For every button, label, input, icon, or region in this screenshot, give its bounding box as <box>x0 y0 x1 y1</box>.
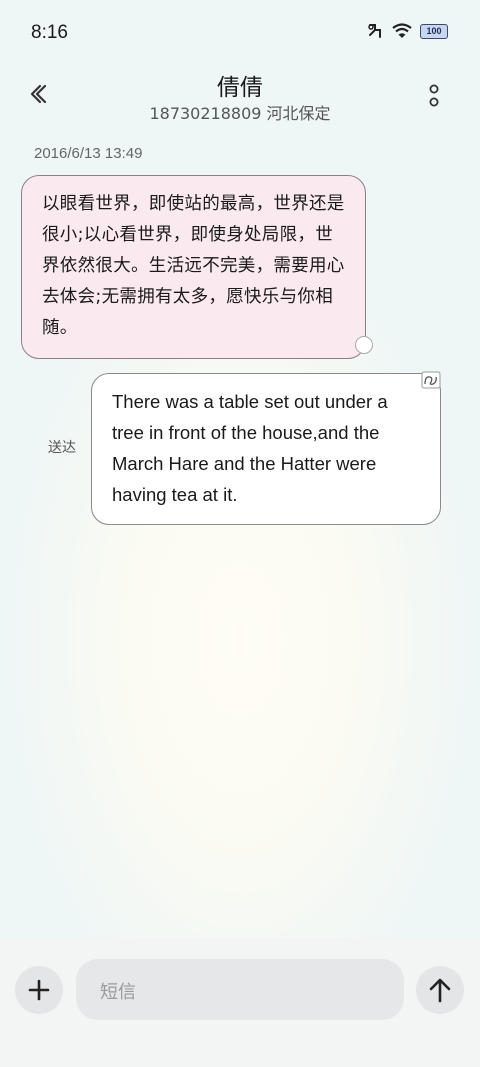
bubble-decoration-icon <box>421 371 441 389</box>
incoming-message-bubble[interactable]: 以眼看世界，即使站的最高，世界还是很小;以心看世界，即使身处局限，世界依然很大。… <box>21 175 366 359</box>
status-icons: 100 <box>366 22 448 40</box>
message-input[interactable]: 短信 <box>76 959 404 1020</box>
delivery-status: 送达 <box>48 440 76 456</box>
status-time: 8:16 <box>31 22 68 43</box>
plus-icon <box>28 979 50 1001</box>
send-button[interactable] <box>416 966 464 1014</box>
nfc-icon <box>368 24 381 38</box>
outgoing-message-bubble[interactable]: There was a table set out under a tree i… <box>91 373 441 525</box>
send-arrow-icon <box>429 978 451 1003</box>
contact-name: 倩倩 <box>217 75 263 101</box>
conversation-header: 倩倩 18730218809 河北保定 <box>0 66 480 136</box>
status-bar: 8:16 100 <box>0 0 480 66</box>
bubble-tail-icon <box>355 336 373 354</box>
message-timestamp: 2016/6/13 13:49 <box>34 145 143 162</box>
more-options-icon[interactable] <box>428 82 440 110</box>
message-input-placeholder: 短信 <box>100 982 136 1003</box>
add-attachment-button[interactable] <box>15 966 63 1014</box>
battery-icon: 100 <box>420 23 448 39</box>
wifi-icon <box>392 23 412 38</box>
contact-number-location: 18730218809 河北保定 <box>149 104 331 123</box>
